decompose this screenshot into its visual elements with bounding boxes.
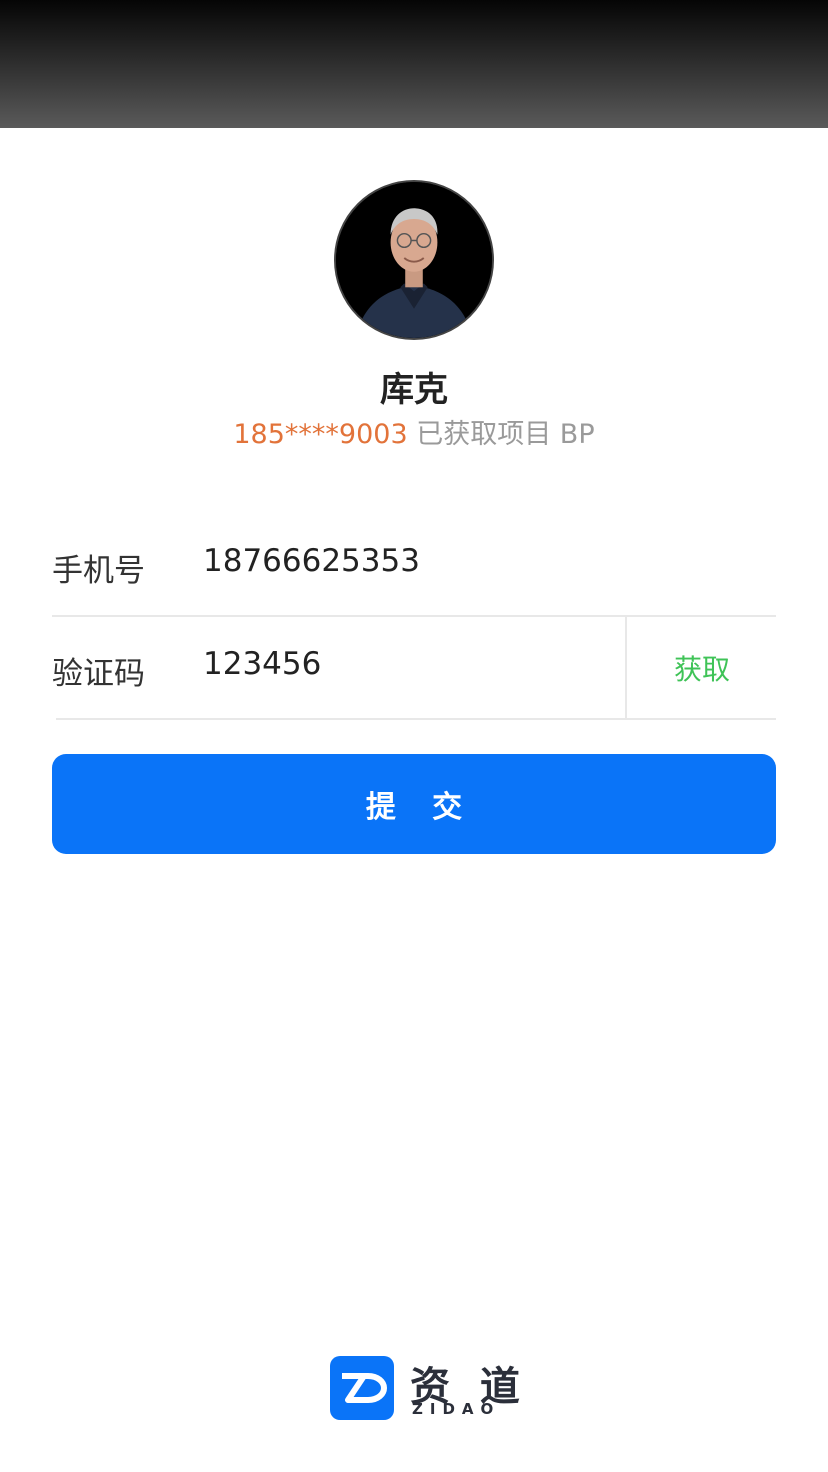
verification-code-input[interactable] <box>203 646 583 682</box>
user-subtitle: 185****9003 已获取项目 BP <box>0 412 828 451</box>
masked-phone: 185****9003 <box>233 419 408 450</box>
divider <box>56 718 776 720</box>
brand-name-en: ZIDAO <box>412 1400 501 1418</box>
divider <box>52 615 776 617</box>
phone-input[interactable] <box>203 543 603 579</box>
divider <box>625 617 627 719</box>
get-code-button[interactable]: 获取 <box>628 618 776 718</box>
code-label: 验证码 <box>52 656 145 692</box>
status-bar-area <box>0 0 828 128</box>
phone-label: 手机号 <box>52 553 145 589</box>
bp-status-text: 已获取项目 BP <box>407 419 595 450</box>
brand-logo: 资 道 ZIDAO <box>330 1356 520 1422</box>
user-name: 库克 <box>380 370 448 410</box>
avatar-image <box>336 182 492 338</box>
zidao-logo-icon <box>330 1356 394 1420</box>
avatar <box>334 180 494 340</box>
submit-button[interactable]: 提 交 <box>52 754 776 854</box>
